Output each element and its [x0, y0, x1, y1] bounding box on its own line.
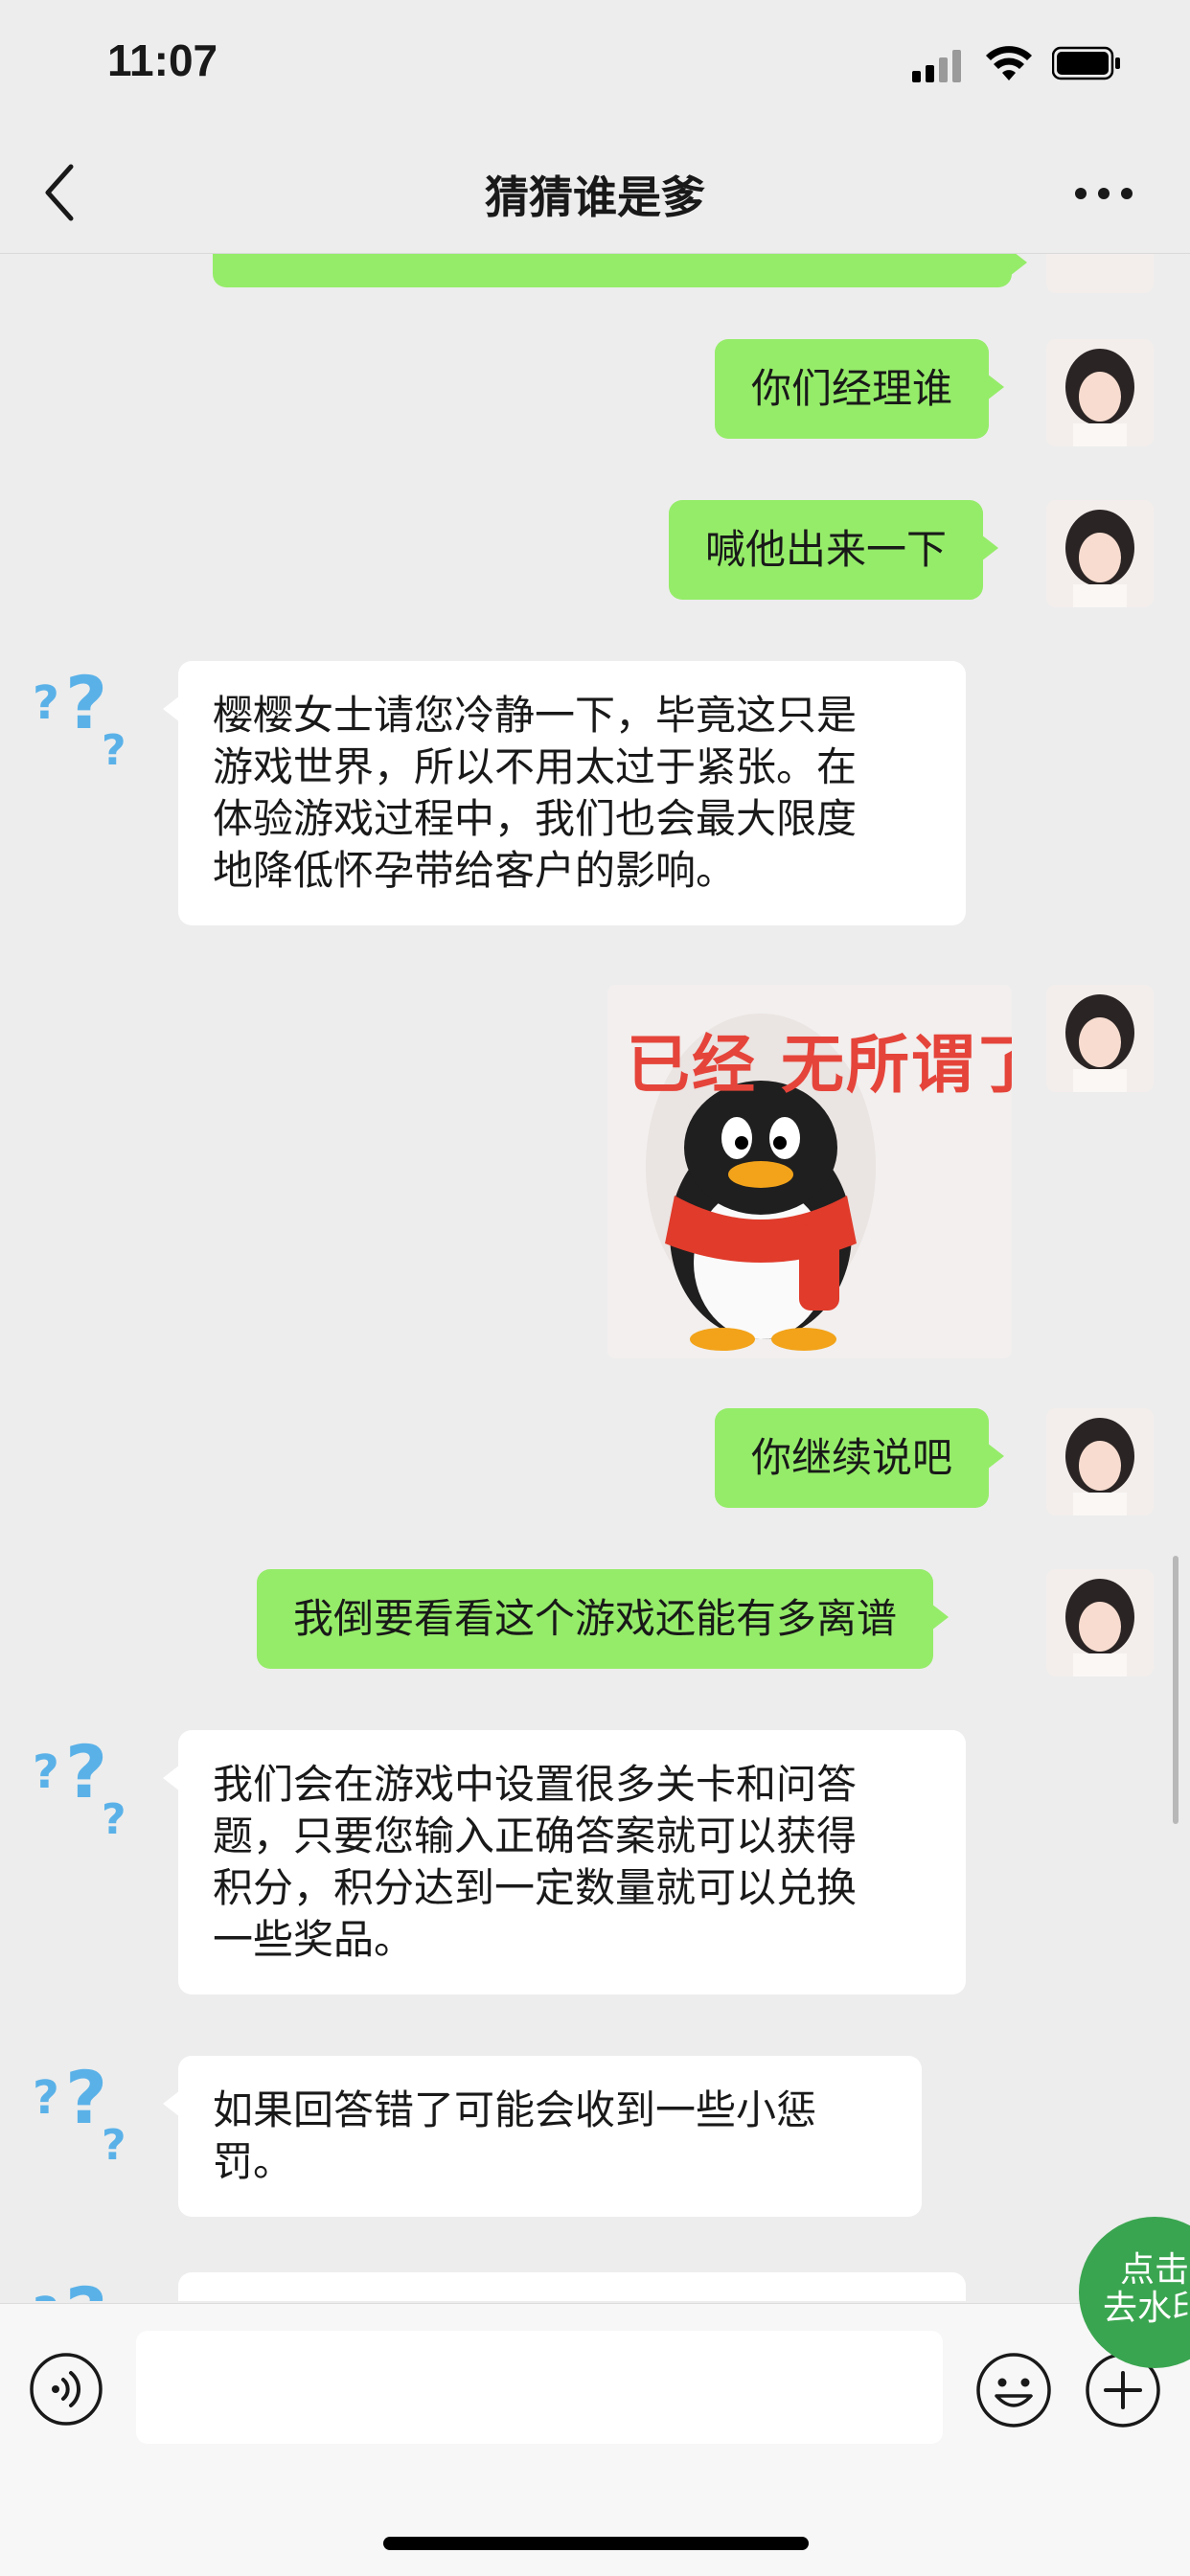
message-input[interactable] [136, 2331, 943, 2444]
voice-icon[interactable] [29, 2352, 103, 2427]
message-text: 我倒要看看这个游戏还能有多离谱 [293, 1595, 898, 1642]
input-bar [0, 2303, 1190, 2576]
message-bubble-received[interactable]: 如果回答错了可能会收到一些小惩 罚。 [163, 2056, 922, 2217]
bot-avatar[interactable]: ??? [33, 2056, 140, 2163]
svg-text:?: ? [102, 726, 126, 768]
message-bubble-received[interactable]: 樱樱女士请您冷静一下，毕竟这只是 游戏世界，所以不用太过于紧张。在 体验游戏过程… [163, 661, 966, 925]
fab-label-line2: 去水印 [1102, 2289, 1190, 2328]
message-bubble-received[interactable]: 我们会在游戏中设置很多关卡和问答 题，只要您输入正确答案就可以获得 积分，积分达… [163, 1730, 966, 1995]
svg-text:?: ? [102, 2121, 126, 2163]
message-bubble-sent[interactable]: 你们经理谁 [715, 339, 1005, 439]
nav-bar: 猜猜谁是爹 [0, 134, 1190, 254]
message-line: 我们会在游戏中设置很多关卡和问答 [213, 1761, 858, 1808]
fab-label-line1: 点击 [1119, 2250, 1189, 2290]
sticker-caption: 已经 无所谓了 [627, 1028, 1012, 1102]
user-avatar[interactable] [1046, 339, 1154, 446]
more-icon[interactable] [1075, 184, 1133, 203]
message-line: 樱樱女士请您冷静一下，毕竟这只是 [213, 692, 858, 739]
bot-avatar[interactable]: ??? [33, 1730, 140, 1837]
message-bubble-partial[interactable] [213, 253, 1027, 287]
message-text: 喊他出来一下 [705, 526, 948, 573]
bot-avatar[interactable]: ??? [33, 661, 140, 768]
message-line: 题，只要您输入正确答案就可以获得 [213, 1812, 858, 1859]
home-indicator[interactable] [383, 2537, 809, 2550]
message-line: 游戏世界，所以不用太过于紧张。在 [213, 743, 858, 790]
svg-text:?: ? [33, 676, 59, 730]
user-avatar[interactable] [1046, 253, 1154, 293]
message-line: 体验游戏过程中，我们也会最大限度 [213, 795, 858, 842]
emoji-icon[interactable] [975, 2352, 1052, 2428]
user-avatar[interactable] [1046, 1408, 1154, 1516]
chat-title: 猜猜谁是爹 [485, 171, 705, 223]
message-line: 一些奖品。 [213, 1916, 415, 1963]
svg-text:?: ? [33, 2071, 59, 2125]
user-avatar[interactable] [1046, 985, 1154, 1092]
message-bubble-sent[interactable]: 喊他出来一下 [669, 500, 999, 600]
svg-text:?: ? [33, 1745, 59, 1799]
message-line: 地降低怀孕带给客户的影响。 [213, 847, 737, 894]
user-avatar[interactable] [1046, 500, 1154, 607]
message-line: 罚。 [213, 2138, 294, 2185]
sticker-image[interactable]: 已经 无所谓了 [607, 985, 1012, 1358]
user-avatar[interactable] [1046, 1569, 1154, 1676]
svg-text:?: ? [33, 2288, 59, 2301]
signal-icon [912, 50, 964, 82]
bot-avatar[interactable]: ??? [33, 2272, 140, 2301]
message-text: 你们经理谁 [751, 365, 953, 412]
svg-text:?: ? [102, 1795, 126, 1837]
message-line: 如果回答错了可能会收到一些小惩 [213, 2086, 817, 2133]
message-line: 积分，积分达到一定数量就可以兑换 [213, 1864, 858, 1911]
message-bubble-sent[interactable]: 你继续说吧 [715, 1408, 1005, 1508]
message-text: 你继续说吧 [751, 1434, 953, 1481]
svg-text:?: ? [65, 2272, 107, 2301]
wifi-icon [986, 46, 1032, 80]
message-bubble-partial[interactable] [178, 2272, 966, 2301]
chat-area[interactable]: 你们经理谁 喊他出来一下 ??? 樱樱女士请您冷静一下，毕竟这只是 游戏世界，所… [0, 253, 1190, 2301]
status-time: 11:07 [107, 35, 218, 85]
chat-scrollbar[interactable] [1173, 1556, 1179, 1824]
message-bubble-sent[interactable]: 我倒要看看这个游戏还能有多离谱 [257, 1569, 950, 1669]
battery-icon [1052, 46, 1120, 80]
status-bar: 11:07 [0, 0, 1190, 134]
